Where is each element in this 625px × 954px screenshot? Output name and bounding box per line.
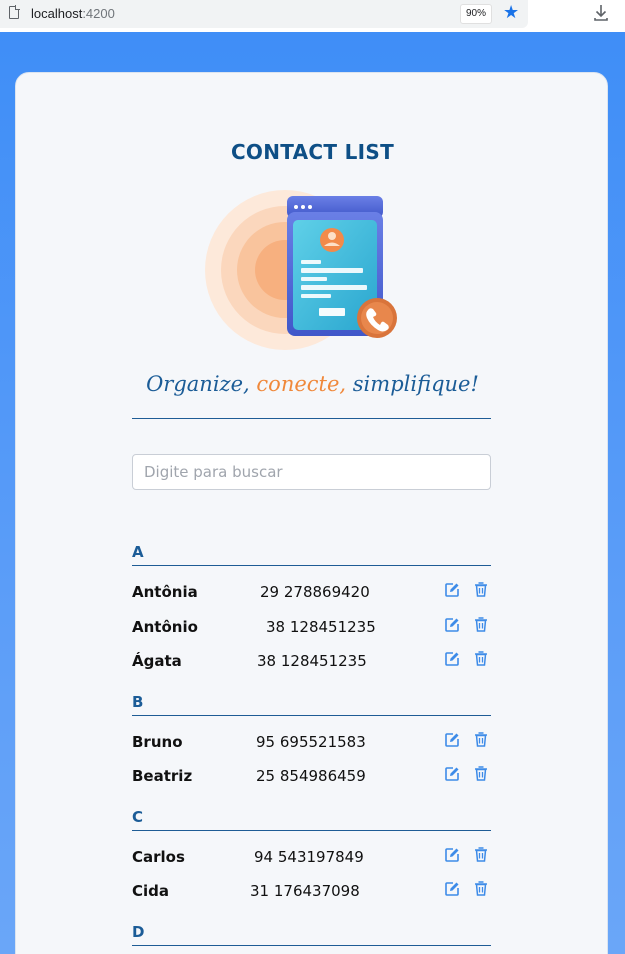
contact-group-b: B Bruno 95 695521583 Beatriz 25 854986459 — [132, 690, 491, 794]
edit-icon[interactable] — [444, 766, 460, 782]
contact-row: Antônio 38 128451235 — [132, 610, 491, 645]
contact-row: Ágata 38 128451235 — [132, 644, 491, 679]
edit-icon[interactable] — [444, 617, 460, 633]
contact-phone: 38 128451235 — [257, 652, 367, 670]
contact-rows — [132, 946, 491, 954]
trash-icon[interactable] — [473, 765, 489, 782]
header-divider — [132, 418, 491, 419]
trash-icon[interactable] — [473, 846, 489, 863]
zoom-badge[interactable]: 90% — [460, 4, 492, 24]
trash-icon[interactable] — [473, 880, 489, 897]
contact-name: Beatriz — [132, 767, 193, 785]
contact-row: Cida 31 176437098 — [132, 874, 491, 909]
contact-name: Bruno — [132, 732, 183, 751]
trash-icon[interactable] — [473, 650, 489, 667]
page-icon — [9, 5, 20, 19]
contact-group-a: A Antônia 29 278869420 Antônio 38 128451235 Á… — [132, 540, 491, 679]
page-title: CONTACT LIST — [230, 140, 395, 164]
contact-group-c: C Carlos 94 543197849 Cida 31 176437098 — [132, 805, 491, 909]
address-bar[interactable]: localhost:4200 90% ★ — [0, 0, 528, 28]
contact-phone: 38 128451235 — [266, 617, 376, 636]
contact-phone: 31 176437098 — [250, 882, 360, 900]
edit-icon[interactable] — [444, 732, 460, 748]
edit-icon[interactable] — [444, 582, 460, 598]
contact-rows: Bruno 95 695521583 Beatriz 25 854986459 — [132, 716, 491, 794]
contact-phone: 29 278869420 — [260, 583, 370, 601]
contact-rows: Carlos 94 543197849 Cida 31 176437098 — [132, 831, 491, 909]
contact-name: Carlos — [132, 847, 185, 866]
contact-list: A Antônia 29 278869420 Antônio 38 128451235 Á… — [132, 540, 491, 954]
contact-group-d: D — [132, 920, 491, 954]
edit-icon[interactable] — [444, 847, 460, 863]
group-letter: B — [132, 690, 491, 716]
contact-name: Antônio — [132, 617, 198, 636]
contact-row: Carlos 94 543197849 — [132, 840, 491, 875]
slogan-part-2: conecte, — [256, 372, 347, 396]
contact-name: Cida — [132, 882, 170, 900]
contact-name: Ágata — [132, 652, 182, 670]
slogan-part-3: simplifique! — [352, 372, 479, 396]
trash-icon[interactable] — [473, 731, 489, 748]
contact-rows: Antônia 29 278869420 Antônio 38 128451235 Ág… — [132, 566, 491, 679]
contact-phone: 95 695521583 — [256, 732, 366, 751]
trash-icon[interactable] — [473, 581, 489, 598]
url-text[interactable]: localhost:4200 — [31, 6, 115, 21]
trash-icon[interactable] — [473, 616, 489, 633]
browser-toolbar: localhost:4200 90% ★ — [0, 0, 625, 32]
group-letter: A — [132, 540, 491, 566]
group-letter: C — [132, 805, 491, 831]
slogan: Organize, conecte, simplifique! — [0, 372, 625, 396]
edit-icon[interactable] — [444, 881, 460, 897]
bookmark-star-icon[interactable]: ★ — [503, 3, 519, 23]
contact-row: Antônia 29 278869420 — [132, 575, 491, 610]
contact-row: Beatriz 25 854986459 — [132, 759, 491, 794]
contact-phone: 25 854986459 — [256, 767, 366, 785]
contact-phone: 94 543197849 — [254, 847, 364, 866]
contact-name: Antônia — [132, 583, 198, 601]
contact-row: Bruno 95 695521583 — [132, 725, 491, 760]
group-letter: D — [132, 920, 491, 946]
download-icon[interactable] — [592, 3, 610, 23]
search-input[interactable] — [132, 454, 491, 490]
contact-illustration — [205, 190, 397, 350]
slogan-part-1: Organize, — [146, 372, 250, 396]
edit-icon[interactable] — [444, 651, 460, 667]
